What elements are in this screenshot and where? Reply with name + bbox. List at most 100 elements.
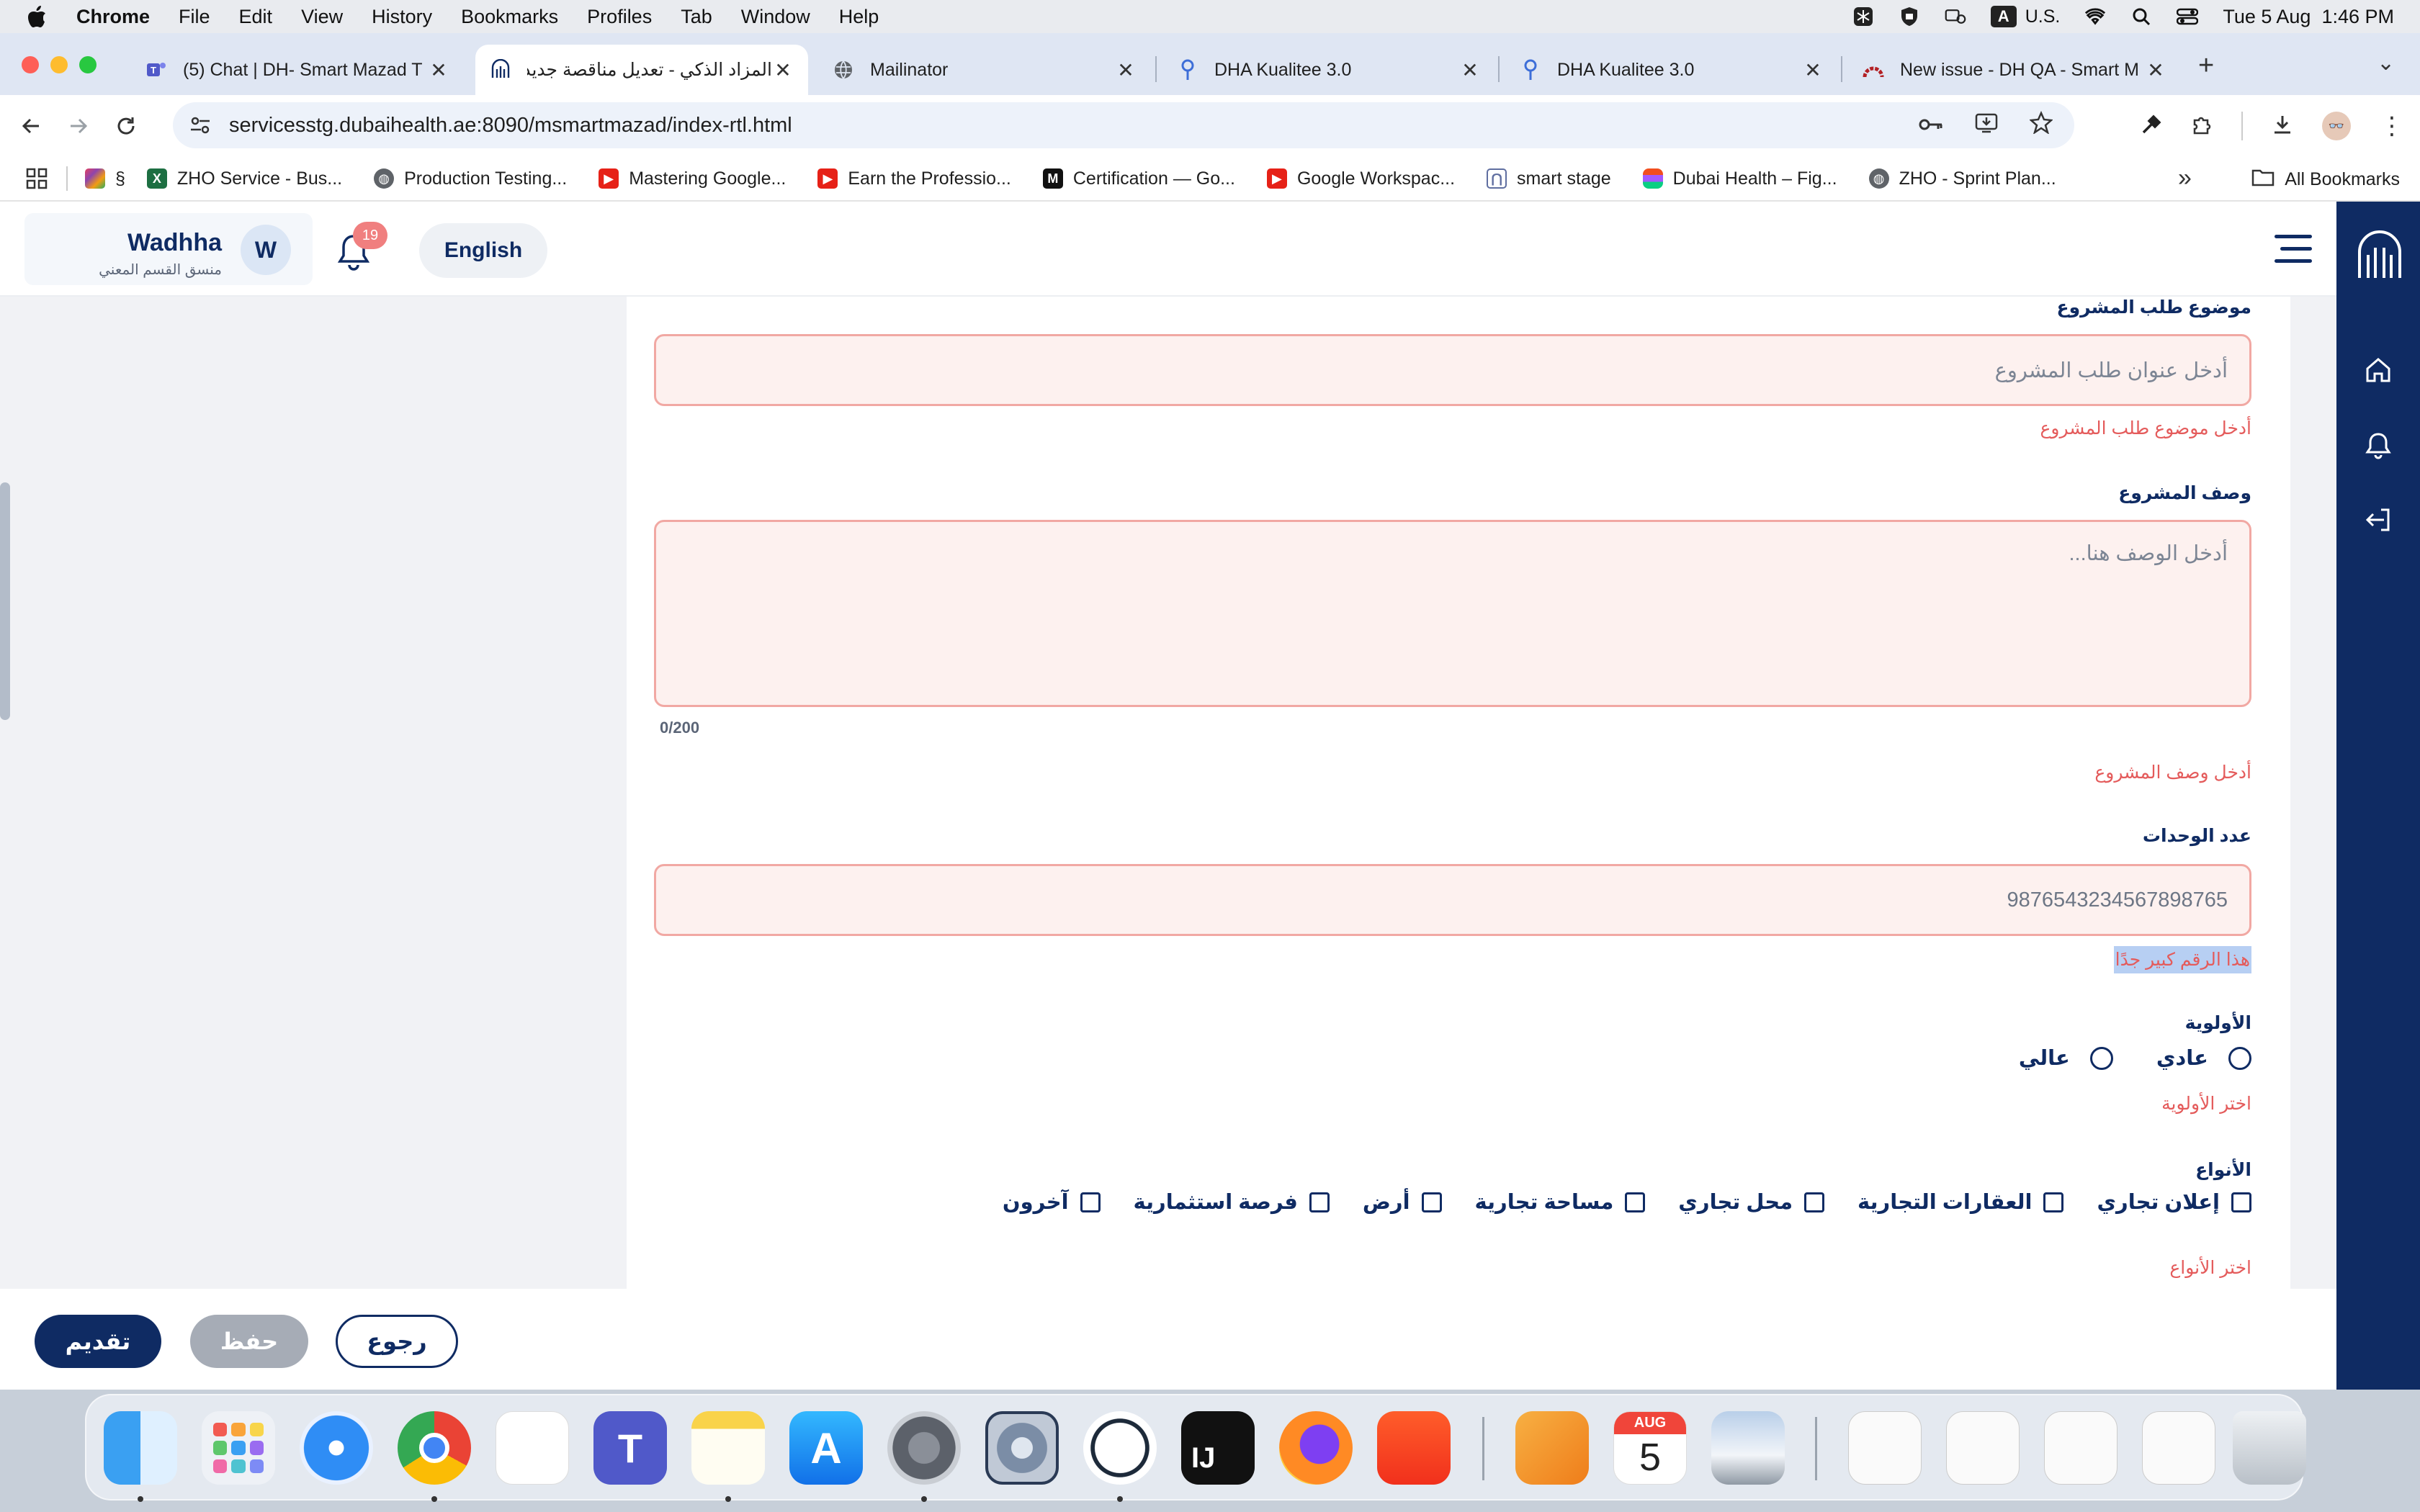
priority-normal-radio[interactable]: عادي [2156,1045,2251,1071]
close-tab-icon[interactable]: ✕ [1459,58,1481,82]
firefox-icon[interactable] [1279,1411,1353,1485]
teams-icon[interactable]: T [593,1411,667,1485]
menu-help[interactable]: Help [839,6,879,28]
downloads-icon[interactable] [2272,114,2293,139]
control-center-icon[interactable] [2177,7,2199,26]
dha-logo-icon[interactable] [2354,230,2406,282]
apps-grid-icon[interactable] [26,168,48,189]
menu-profiles[interactable]: Profiles [587,6,652,28]
bookmark-star-icon[interactable] [2029,110,2053,140]
menu-file[interactable]: File [179,6,210,28]
bookmark-item[interactable]: § [85,168,125,189]
type-shop-checkbox[interactable]: محل تجاري [1678,1189,1825,1215]
menu-view[interactable]: View [301,6,343,28]
tab-kualitee-2[interactable]: DHA Kualitee 3.0 ✕ [1505,45,1838,95]
chrome-icon[interactable] [398,1411,471,1485]
home-icon[interactable] [2361,353,2396,387]
tab-kualitee-1[interactable]: DHA Kualitee 3.0 ✕ [1162,45,1495,95]
finder-icon[interactable] [104,1411,177,1485]
type-commercial-space-checkbox[interactable]: مساحة تجارية [1475,1189,1646,1215]
menu-tab[interactable]: Tab [681,6,712,28]
back-button[interactable]: رجوع [336,1315,458,1368]
bookmark-item[interactable]: M Certification — Go... [1042,168,1235,189]
vpn-globe-icon[interactable] [1083,1411,1157,1485]
preview-photo-icon[interactable] [1711,1411,1785,1485]
menu-history[interactable]: History [372,6,432,28]
reminders-icon[interactable] [496,1411,569,1485]
page-scrollbar[interactable] [0,482,10,720]
bookmark-item[interactable]: ◍ ZHO - Sprint Plan... [1868,168,2056,189]
shield-vpn-icon[interactable] [1899,7,1920,26]
logout-icon[interactable] [2361,503,2396,537]
bookmark-item[interactable]: ▶ Mastering Google... [599,168,786,189]
reload-icon[interactable] [102,102,150,150]
system-settings-icon[interactable] [887,1411,961,1485]
tab-smart-mazad[interactable]: المزاد الذكي - تعديل مناقصة جديد ✕ [475,45,808,95]
menubar-clock[interactable]: Tue 5 Aug 1:46 PM [2223,6,2394,28]
bookmark-item[interactable]: ▶ Google Workspac... [1266,168,1455,189]
menu-edit[interactable]: Edit [239,6,273,28]
minimized-window-thumbnail[interactable] [2142,1411,2215,1485]
bookmark-item[interactable]: ◍ Production Testing... [374,168,567,189]
notes-icon[interactable] [691,1411,765,1485]
bookmark-item[interactable]: ▶ Earn the Professio... [817,168,1011,189]
type-investment-checkbox[interactable]: فرصة استثمارية [1134,1189,1330,1215]
subject-input[interactable]: أدخل عنوان طلب المشروع [654,334,2251,406]
close-tab-icon[interactable]: ✕ [2145,58,2166,82]
description-textarea[interactable]: أدخل الوصف هنا... [654,520,2251,707]
calendar-icon[interactable]: AUG 5 [1613,1411,1687,1485]
trash-icon[interactable] [2233,1411,2306,1485]
menu-window[interactable]: Window [741,6,810,28]
zoom-window-button[interactable] [79,56,97,73]
minimized-window-thumbnail[interactable] [1946,1411,2020,1485]
menu-bookmarks[interactable]: Bookmarks [461,6,558,28]
close-tab-icon[interactable]: ✕ [772,58,794,82]
save-button[interactable]: حفظ [190,1315,308,1368]
extensions-puzzle-icon[interactable] [2191,114,2213,139]
input-source-indicator[interactable]: A [1990,6,2017,27]
tab-mailinator[interactable]: Mailinator ✕ [818,45,1151,95]
safari-icon[interactable] [300,1411,373,1485]
language-switch-button[interactable]: English [419,223,547,278]
all-bookmarks-button[interactable]: All Bookmarks [2251,157,2400,202]
system-preferences-gear-icon[interactable] [985,1411,1059,1485]
bookmark-item[interactable]: ⋂ smart stage [1487,168,1611,189]
tab-search-chevron-icon[interactable]: ⌄ [2377,50,2395,76]
url-text[interactable]: servicesstg.dubaihealth.ae:8090/msmartma… [229,114,792,138]
eyedropper-extension-icon[interactable] [2141,114,2162,139]
close-tab-icon[interactable]: ✕ [1802,58,1824,82]
app-store-icon[interactable]: A [789,1411,863,1485]
back-arrow-icon[interactable] [7,102,55,150]
tab-new-issue[interactable]: New issue - DH QA - Smart M ✕ [1848,45,2181,95]
units-input[interactable]: 9876543234567898765 [654,864,2251,936]
menu-app-name[interactable]: Chrome [76,6,150,28]
tab-teams-chat[interactable]: T (5) Chat | DH- Smart Mazad T ✕ [131,45,464,95]
type-commercial-realestate-checkbox[interactable]: العقارات التجارية [1857,1189,2064,1215]
site-info-icon[interactable] [186,116,215,135]
intellij-icon[interactable]: IJ [1181,1411,1255,1485]
forward-arrow-icon[interactable] [55,102,102,150]
close-window-button[interactable] [22,56,39,73]
pages-icon[interactable] [1515,1411,1589,1485]
more-bookmarks-chevron-icon[interactable]: » [2178,164,2192,192]
install-app-icon[interactable] [1975,112,1998,139]
keyboard-layout-label[interactable]: U.S. [2025,6,2061,27]
brave-icon[interactable] [1377,1411,1451,1485]
notifications-rail-icon[interactable] [2361,428,2396,462]
submit-button[interactable]: تقديم [35,1315,161,1368]
type-others-checkbox[interactable]: آخرون [1003,1189,1101,1215]
minimized-window-thumbnail[interactable] [1848,1411,1922,1485]
password-key-icon[interactable] [1919,114,1943,138]
close-tab-icon[interactable]: ✕ [428,58,449,82]
bookmark-item[interactable]: X ZHO Service - Bus... [146,168,342,189]
hamburger-menu-icon[interactable] [2275,235,2312,264]
priority-high-radio[interactable]: عالي [2019,1045,2113,1071]
apple-menu-icon[interactable] [26,4,48,29]
type-advertising-checkbox[interactable]: إعلان تجاري [2097,1189,2251,1215]
bookmark-item[interactable]: Dubai Health – Fig... [1642,168,1837,189]
chrome-menu-icon[interactable]: ⋮ [2380,112,2404,140]
minimized-window-thumbnail[interactable] [2044,1411,2118,1485]
profile-avatar[interactable]: 👓 [2322,112,2351,140]
wifi-icon[interactable] [2084,7,2106,26]
minimize-window-button[interactable] [50,56,68,73]
